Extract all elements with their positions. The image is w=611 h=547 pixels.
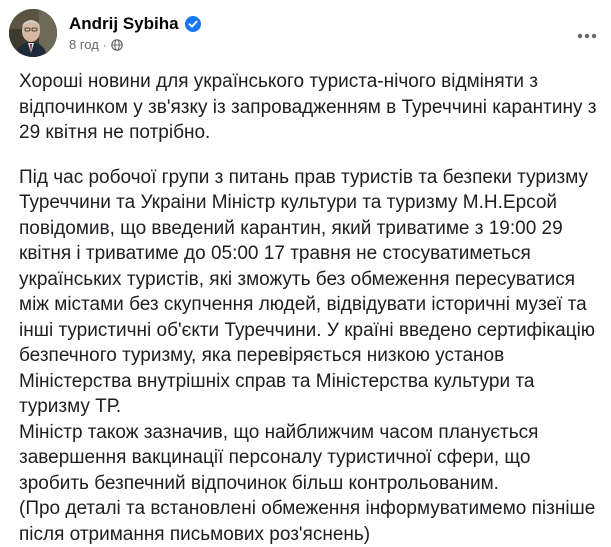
post-paragraph: Під час робочої групи з питань прав тури… <box>19 165 601 547</box>
post-meta: 8 год · <box>69 37 123 52</box>
meta-separator: · <box>103 38 107 52</box>
more-options-icon[interactable] <box>573 28 601 44</box>
post-body: Хороші новини для українського туриста-н… <box>19 69 601 547</box>
facebook-post: Andrij Sybiha 8 год · <box>0 0 611 516</box>
verified-badge-icon <box>185 16 201 32</box>
post-header: Andrij Sybiha 8 год · <box>9 9 611 59</box>
author-line: Andrij Sybiha <box>69 13 201 35</box>
author-name[interactable]: Andrij Sybiha <box>69 14 179 34</box>
post-paragraph: Хороші новини для українського туриста-н… <box>19 69 601 146</box>
author-avatar[interactable] <box>9 9 57 57</box>
post-timestamp[interactable]: 8 год <box>69 37 99 52</box>
globe-icon[interactable] <box>111 39 123 51</box>
